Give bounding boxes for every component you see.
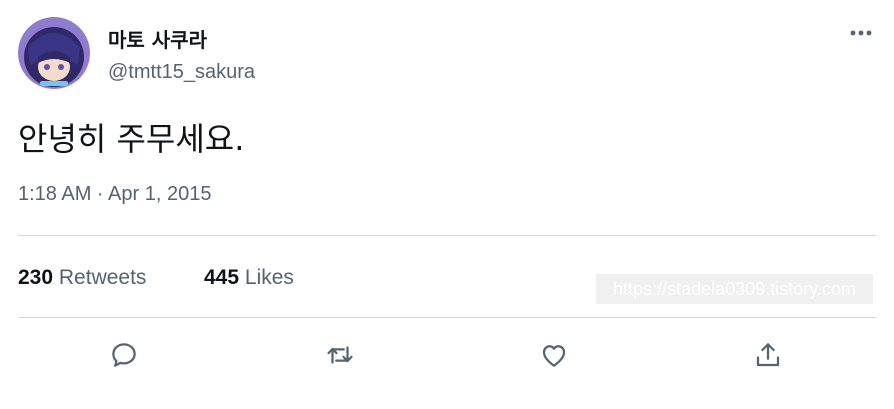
like-button[interactable] — [537, 338, 571, 372]
likes-count: 445 — [204, 266, 240, 289]
share-button[interactable] — [751, 338, 785, 372]
share-icon — [756, 343, 780, 367]
author-display-name[interactable]: 마토 사쿠라 — [108, 24, 207, 53]
more-horizontal-icon — [850, 30, 872, 36]
more-options-button[interactable] — [846, 24, 876, 42]
likes-label: Likes — [244, 266, 294, 289]
reply-button[interactable] — [107, 338, 141, 372]
tweet-text: 안녕히 주무세요. — [18, 120, 245, 158]
heart-icon — [542, 345, 566, 367]
retweets-count: 230 — [18, 266, 54, 289]
reply-icon — [112, 343, 136, 367]
likes-stat[interactable]: 445 Likes — [204, 266, 294, 290]
author-handle[interactable]: @tmtt15_sakura — [108, 61, 255, 84]
tweet-timestamp[interactable]: 1:18 AM · Apr 1, 2015 — [18, 183, 211, 206]
retweet-icon — [327, 346, 353, 364]
retweet-button[interactable] — [323, 338, 357, 372]
avatar[interactable] — [18, 17, 90, 89]
watermark: https://stadela0309.tistory.com — [596, 274, 873, 304]
retweets-label: Retweets — [58, 266, 147, 289]
retweets-stat[interactable]: 230 Retweets — [18, 266, 146, 290]
divider — [18, 235, 876, 236]
divider — [18, 317, 876, 318]
